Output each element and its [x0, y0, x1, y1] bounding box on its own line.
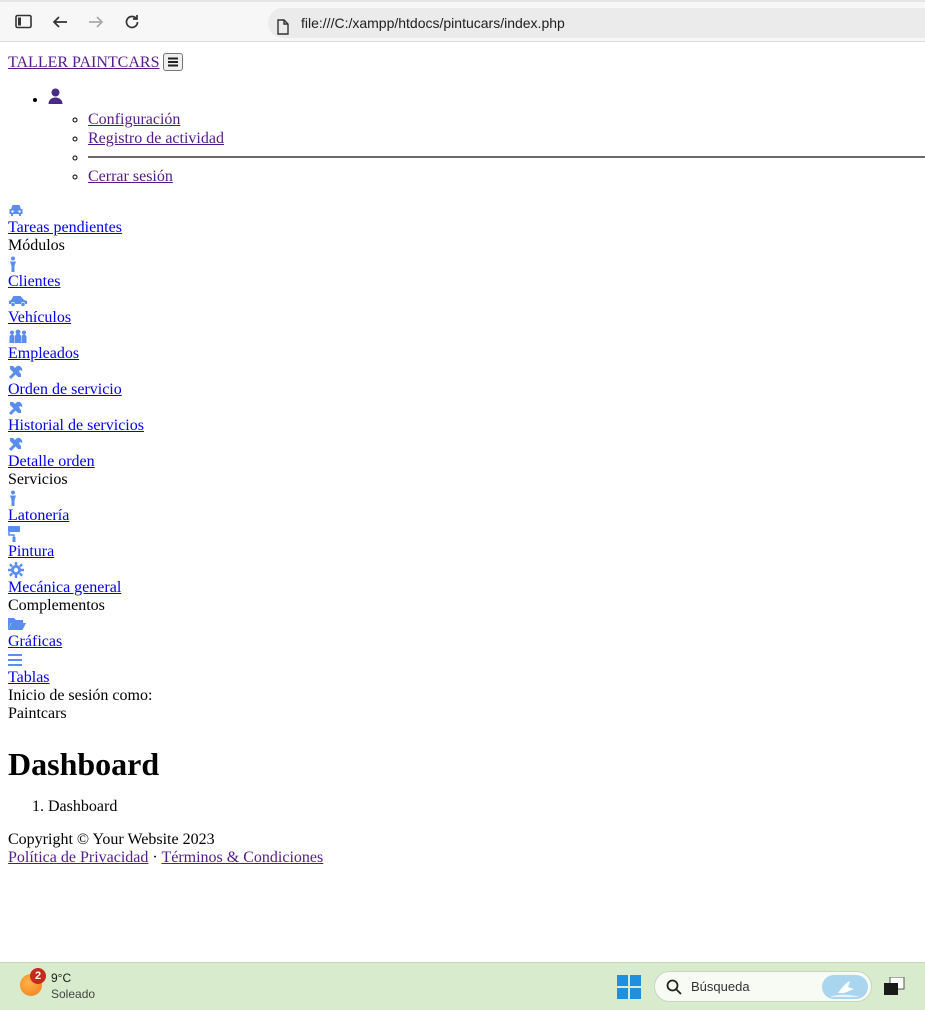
car-icon — [8, 201, 925, 219]
login-label: Inicio de sesión como: — [8, 687, 153, 704]
person-icon — [8, 489, 925, 507]
logout-link[interactable]: Cerrar sesión — [88, 168, 173, 185]
sidebar: Tareas pendientes Módulos Clientes Vehíc… — [8, 201, 925, 723]
terms-link[interactable]: Términos & Condiciones — [161, 849, 323, 866]
weather-temp[interactable]: 9°C — [51, 971, 71, 985]
privacy-link[interactable]: Política de Privacidad — [8, 849, 148, 866]
menu-item-activity: Registro de actividad — [88, 129, 925, 148]
sidebar-item-detalle-orden[interactable]: Detalle orden — [8, 453, 95, 470]
sidebar-item-historial[interactable]: Historial de servicios — [8, 417, 144, 434]
sidebar-item-pintura[interactable]: Pintura — [8, 543, 54, 560]
login-user: Paintcars — [8, 705, 67, 722]
browser-toolbar: file:///C:/xampp/htdocs/pintucars/index.… — [0, 0, 925, 42]
user-dropdown-menu: Configuración Registro de actividad Cerr… — [48, 110, 925, 186]
config-link[interactable]: Configuración — [88, 111, 180, 128]
user-dropdown[interactable]: Configuración Registro de actividad Cerr… — [48, 88, 925, 186]
reload-icon[interactable] — [121, 11, 143, 33]
sidebar-item-vehiculos[interactable]: Vehículos — [8, 309, 71, 326]
windows-start-icon[interactable] — [617, 975, 641, 999]
menu-item-logout: Cerrar sesión — [88, 167, 925, 186]
tools-icon — [8, 435, 925, 453]
address-bar[interactable]: file:///C:/xampp/htdocs/pintucars/index.… — [268, 8, 925, 38]
top-navbar: TALLER PAINTCARS — [8, 52, 925, 74]
sidebar-item-graficas[interactable]: Gráficas — [8, 633, 62, 650]
tools-icon — [8, 363, 925, 381]
weather-condition[interactable]: Soleado — [51, 987, 95, 1001]
user-menu: Configuración Registro de actividad Cerr… — [8, 88, 925, 186]
breadcrumb: Dashboard — [8, 797, 925, 817]
sidebar-item-clientes[interactable]: Clientes — [8, 273, 60, 290]
search-placeholder: Búsqueda — [691, 979, 750, 994]
sidebar-toggle-icon[interactable] — [13, 11, 35, 33]
car-side-icon — [8, 291, 925, 309]
copyright-text: Copyright © Your Website 2023 — [8, 831, 215, 848]
taskbar: 2 9°C Soleado Búsqueda — [0, 962, 925, 1010]
search-icon — [666, 979, 682, 1000]
footer: Copyright © Your Website 2023 Política d… — [8, 831, 925, 867]
people-group-icon — [8, 327, 925, 345]
breadcrumb-item: Dashboard — [48, 797, 925, 817]
footer-separator: · — [152, 849, 158, 866]
gear-icon — [8, 561, 925, 579]
sidebar-item-orden-servicio[interactable]: Orden de servicio — [8, 381, 122, 398]
sidebar-item-tareas[interactable]: Tareas pendientes — [8, 219, 122, 236]
addons-heading: Complementos — [8, 597, 105, 614]
paint-roller-icon — [8, 525, 925, 543]
forward-icon[interactable] — [85, 11, 107, 33]
user-icon[interactable] — [48, 88, 63, 108]
notification-badge: 2 — [30, 968, 46, 984]
sidebar-item-empleados[interactable]: Empleados — [8, 345, 79, 362]
page-content: TALLER PAINTCARS Configuración Registro … — [8, 43, 925, 867]
hamburger-icon — [168, 57, 179, 67]
search-highlight-image — [822, 975, 868, 999]
sidebar-item-latoneria[interactable]: Latonería — [8, 507, 69, 524]
page-title: Dashboard — [8, 746, 160, 782]
file-icon — [276, 15, 290, 45]
brand-link[interactable]: TALLER PAINTCARS — [8, 54, 159, 71]
task-view-icon[interactable] — [884, 976, 906, 997]
activity-log-link[interactable]: Registro de actividad — [88, 130, 224, 147]
taskbar-search[interactable]: Búsqueda — [654, 971, 872, 1002]
tools-icon — [8, 399, 925, 417]
bars-icon — [8, 651, 925, 669]
menu-divider — [88, 148, 925, 167]
back-icon[interactable] — [49, 11, 71, 33]
menu-item-config: Configuración — [88, 110, 925, 129]
sidebar-item-mecanica[interactable]: Mecánica general — [8, 579, 121, 596]
services-heading: Servicios — [8, 471, 68, 488]
modules-heading: Módulos — [8, 237, 65, 254]
folder-open-icon — [8, 615, 925, 633]
sidebar-item-tablas[interactable]: Tablas — [8, 669, 50, 686]
address-url[interactable]: file:///C:/xampp/htdocs/pintucars/index.… — [301, 8, 565, 38]
person-icon — [8, 255, 925, 273]
sidebar-toggle-button[interactable] — [163, 53, 184, 72]
